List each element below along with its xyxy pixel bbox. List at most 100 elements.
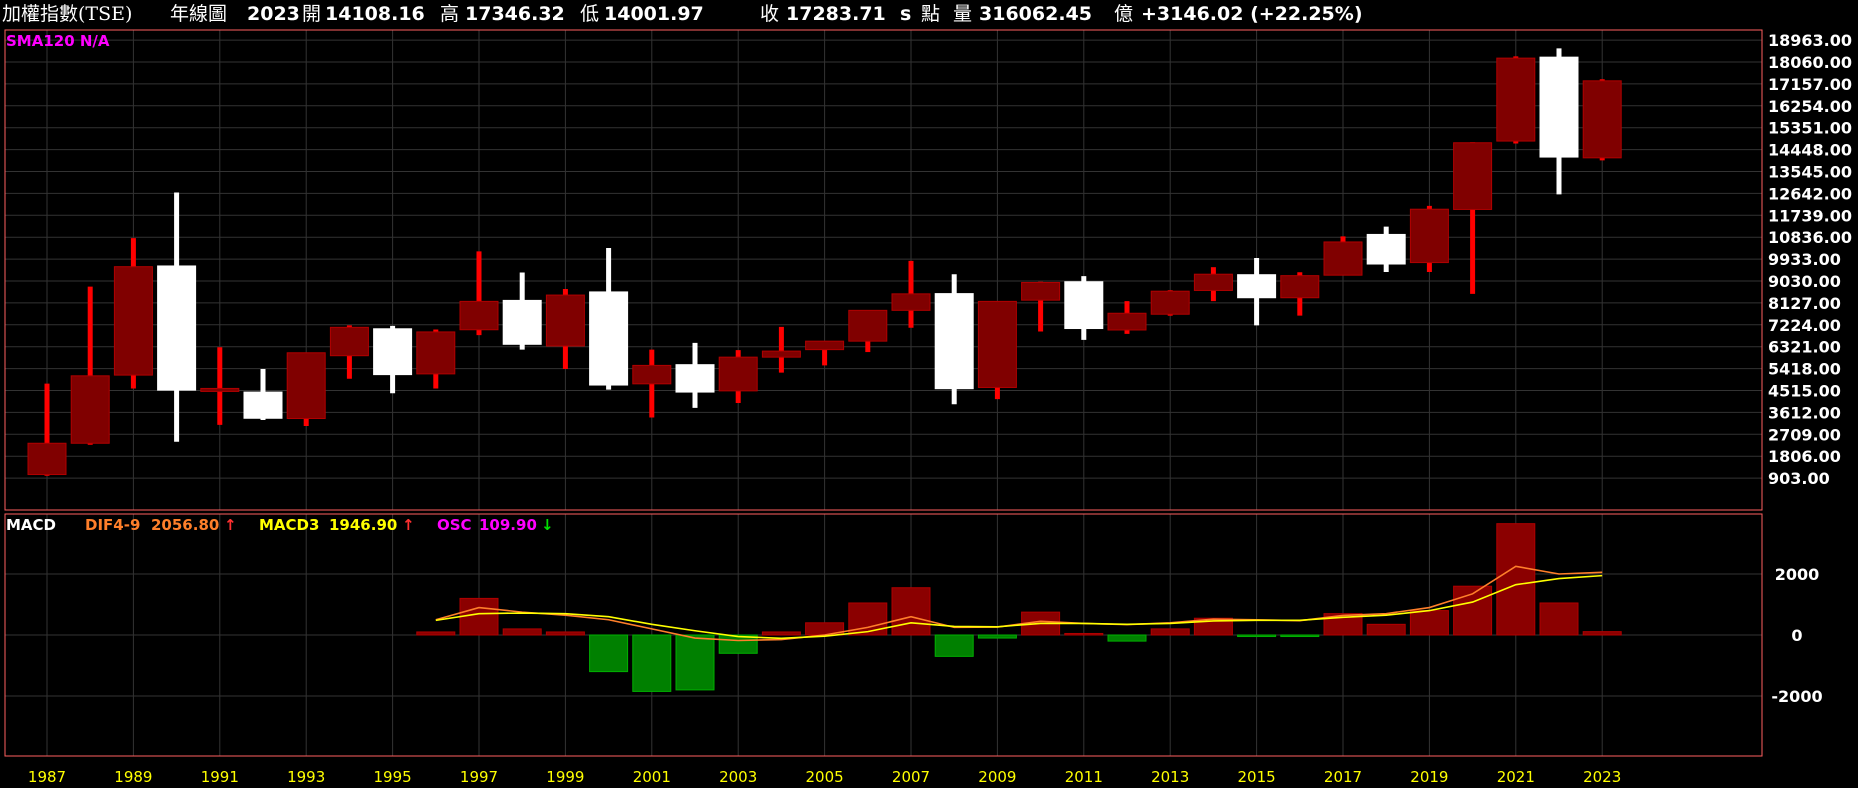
osc-bar: [1150, 628, 1190, 636]
price-tick-label: 17157.00: [1768, 75, 1852, 94]
osc-bar: [632, 634, 672, 692]
price-tick-label: 7224.00: [1768, 316, 1841, 335]
candle-body: [1193, 273, 1233, 291]
price-tick-label: 18963.00: [1768, 31, 1852, 50]
candle-body: [373, 328, 413, 376]
candle-body: [545, 294, 585, 347]
price-tick-label: 9030.00: [1768, 272, 1841, 291]
macd-tick-label: -2000: [1771, 687, 1822, 706]
osc-bar: [589, 634, 629, 673]
candle-body: [113, 266, 153, 376]
x-tick-label: 2023: [1583, 768, 1621, 786]
candle-body: [1366, 233, 1406, 265]
osc-bar: [1237, 634, 1277, 638]
candle-body: [1496, 57, 1536, 142]
candle-body: [1021, 281, 1061, 301]
sma-label: SMA120 N/A: [6, 32, 110, 50]
candle-body: [1064, 281, 1104, 330]
osc-arrow-icon: ↓: [541, 516, 554, 534]
x-tick-label: 1997: [460, 768, 498, 786]
candle-body: [1280, 275, 1320, 299]
price-tick-label: 1806.00: [1768, 447, 1841, 466]
osc-bar: [761, 631, 801, 636]
osc-bar: [416, 631, 456, 636]
candle-body: [589, 291, 629, 386]
price-tick-label: 15351.00: [1768, 119, 1852, 138]
osc-bar: [1582, 631, 1622, 636]
x-tick-label: 2009: [978, 768, 1016, 786]
candle-body: [200, 387, 240, 392]
price-tick-label: 14448.00: [1768, 141, 1852, 160]
candle-body: [329, 326, 369, 357]
candle-body: [977, 300, 1017, 388]
candle-body: [70, 375, 110, 444]
price-tick-label: 8127.00: [1768, 294, 1841, 313]
x-tick-label: 1999: [546, 768, 584, 786]
x-tick-label: 1987: [28, 768, 66, 786]
price-tick-label: 4515.00: [1768, 382, 1841, 401]
candle-body: [286, 352, 326, 420]
x-tick-label: 2005: [806, 768, 844, 786]
macd-tick-label: 0: [1791, 626, 1802, 645]
macd3-arrow-icon: ↑: [402, 516, 415, 534]
price-tick-label: 12642.00: [1768, 184, 1852, 203]
candle-body: [1323, 241, 1363, 276]
stock-chart: 903.00 1806.00 2709.00 3612.00 4515.00 5418.0…: [4, 29, 1852, 786]
candle-body: [243, 391, 283, 419]
price-tick-label: 11739.00: [1768, 206, 1852, 225]
x-tick-label: 2003: [719, 768, 757, 786]
candle-body: [718, 356, 758, 392]
candle-body: [1237, 274, 1277, 299]
x-axis: 1987 1989 1991 1993 1995 1997 1999 2001 2003 2005…: [28, 768, 1621, 786]
candle-body: [416, 331, 456, 375]
price-axis: 903.00 1806.00 2709.00 3612.00 4515.00 5418.0…: [1768, 31, 1852, 488]
candle-body: [27, 442, 67, 476]
price-tick-label: 10836.00: [1768, 228, 1852, 247]
osc-bar: [675, 634, 715, 691]
x-tick-label: 2021: [1497, 768, 1535, 786]
candle-body: [761, 350, 801, 358]
osc-bar: [545, 631, 585, 636]
candle-body: [459, 300, 499, 331]
osc-bar: [459, 597, 499, 636]
osc-bars: [416, 523, 1622, 692]
osc-bar: [1539, 602, 1579, 636]
x-tick-label: 2017: [1324, 768, 1362, 786]
price-tick-label: 2709.00: [1768, 425, 1841, 444]
x-tick-label: 1995: [374, 768, 412, 786]
x-tick-label: 2015: [1238, 768, 1276, 786]
candle-body: [805, 340, 845, 351]
candle-body: [1453, 142, 1493, 210]
candle-body: [675, 364, 715, 393]
macd3-value: 1946.90: [329, 516, 397, 534]
osc-bar: [1409, 610, 1449, 636]
price-tick-label: 6321.00: [1768, 338, 1841, 357]
osc-bar: [977, 634, 1017, 639]
dif-arrow-icon: ↑: [224, 516, 237, 534]
price-tick-label: 18060.00: [1768, 53, 1852, 72]
price-tick-label: 5418.00: [1768, 360, 1841, 379]
x-tick-label: 2001: [633, 768, 671, 786]
osc-bar: [1107, 634, 1147, 642]
osc-value: 109.90: [479, 516, 537, 534]
macd-tick-label: 2000: [1775, 565, 1820, 584]
x-tick-label: 1993: [287, 768, 325, 786]
macd-label: MACD: [6, 516, 56, 534]
candle-body: [1150, 290, 1190, 315]
x-tick-label: 1991: [201, 768, 239, 786]
x-tick-label: 2011: [1065, 768, 1103, 786]
candle-body: [848, 309, 888, 342]
price-tick-label: 13545.00: [1768, 163, 1852, 182]
price-tick-label: 16254.00: [1768, 97, 1852, 116]
x-tick-label: 1989: [114, 768, 152, 786]
price-tick-label: 9933.00: [1768, 250, 1841, 269]
osc-bar: [1366, 623, 1406, 636]
candle-body: [1539, 56, 1579, 158]
macd3-label: MACD3: [259, 516, 319, 534]
macd-axis: 2000 0 -2000: [1771, 565, 1822, 706]
price-tick-label: 3612.00: [1768, 403, 1841, 422]
dif-label: DIF4-9: [85, 516, 140, 534]
osc-bar: [502, 628, 542, 636]
osc-label: OSC: [437, 516, 472, 534]
osc-bar: [891, 587, 931, 636]
